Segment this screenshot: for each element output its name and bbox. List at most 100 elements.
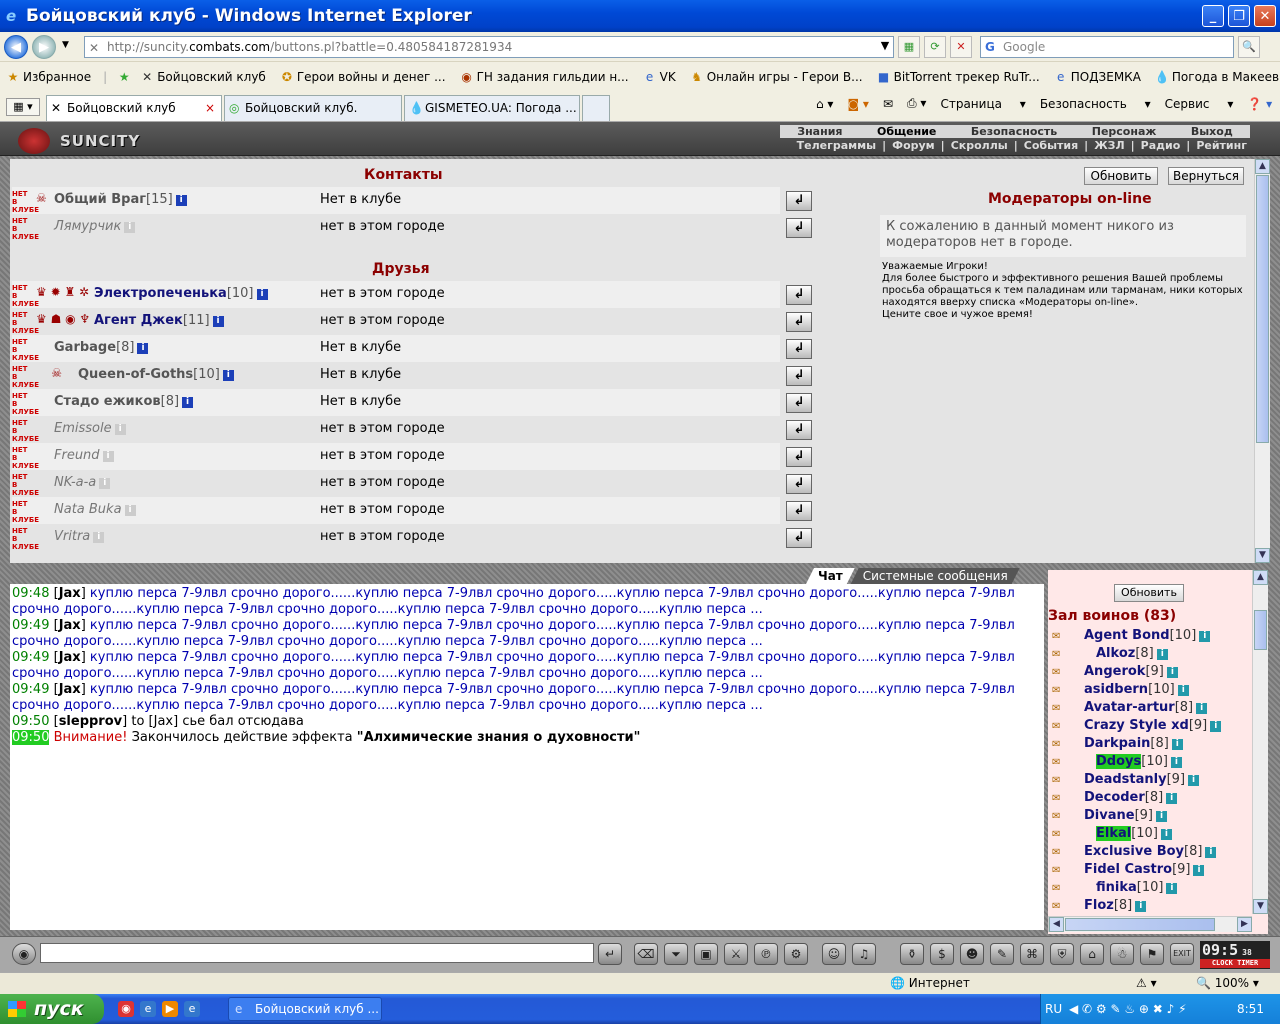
- bag-icon[interactable]: ⚱: [900, 943, 924, 965]
- room-user-name[interactable]: Elkal: [1096, 826, 1132, 841]
- info-icon[interactable]: i: [175, 195, 187, 206]
- room-hscrollbar[interactable]: ◀ ▶: [1048, 916, 1252, 932]
- chat-nick[interactable]: Jax: [59, 650, 81, 665]
- fav-link-4[interactable]: ♞ Онлайн игры - Герои В...: [684, 70, 862, 84]
- go-to-icon[interactable]: ↲: [786, 474, 812, 494]
- info-icon[interactable]: i: [1177, 685, 1189, 696]
- start-button[interactable]: пуск: [0, 994, 104, 1024]
- user-name[interactable]: Агент Джек[11] i: [94, 313, 224, 328]
- private-msg-icon[interactable]: ✉: [1052, 847, 1072, 858]
- private-msg-icon[interactable]: ✉: [1052, 793, 1072, 804]
- go-to-icon[interactable]: ↲: [786, 366, 812, 386]
- fav-link-0[interactable]: ★ ✕ Бойцовский клуб: [111, 70, 266, 84]
- map-icon[interactable]: ⌘: [1020, 943, 1044, 965]
- user-name[interactable]: Электропеченька[10] i: [94, 286, 268, 301]
- info-icon[interactable]: i: [124, 505, 136, 516]
- history-dropdown-icon[interactable]: ▼: [62, 40, 69, 50]
- tab-0[interactable]: ✕ Бойцовский клуб ×: [46, 95, 222, 121]
- mask-icon[interactable]: ☻: [960, 943, 984, 965]
- scroll-down-icon[interactable]: ▼: [1253, 899, 1268, 914]
- favorites-button[interactable]: ★ Избранное: [0, 70, 92, 84]
- shield-icon[interactable]: ⛨: [1050, 943, 1074, 965]
- chrome-icon[interactable]: ◉: [118, 1001, 134, 1017]
- user-name[interactable]: NK-a-a i: [54, 475, 111, 490]
- eraser-icon[interactable]: ⌫: [634, 943, 658, 965]
- tab-close-icon[interactable]: ×: [205, 96, 215, 120]
- go-to-icon[interactable]: ↲: [786, 191, 812, 211]
- info-icon[interactable]: i: [1170, 757, 1182, 768]
- info-icon[interactable]: i: [1160, 829, 1172, 840]
- scroll-thumb[interactable]: [1065, 918, 1215, 931]
- info-icon[interactable]: i: [93, 532, 105, 543]
- info-icon[interactable]: i: [1205, 847, 1217, 858]
- info-icon[interactable]: i: [1210, 721, 1222, 732]
- chat-input[interactable]: [40, 943, 594, 963]
- url-input[interactable]: ✕ http://suncity.combats.com/buttons.pl?b…: [84, 36, 894, 58]
- info-icon[interactable]: i: [1156, 649, 1168, 660]
- info-icon[interactable]: i: [1156, 811, 1167, 822]
- menu-communication[interactable]: Общение: [877, 125, 936, 138]
- scroll-up-icon[interactable]: ▲: [1255, 159, 1270, 174]
- private-msg-icon[interactable]: ✉: [1052, 739, 1072, 750]
- search-icon[interactable]: 🔍: [1238, 36, 1260, 58]
- private-msg-icon[interactable]: ✉: [1052, 829, 1072, 840]
- compat-view-icon[interactable]: ▦: [898, 36, 920, 58]
- private-msg-icon[interactable]: ✉: [1052, 865, 1072, 876]
- private-msg-icon[interactable]: ✉: [1052, 775, 1072, 786]
- friends-icon[interactable]: ☃: [1110, 943, 1134, 965]
- fav-link-5[interactable]: ■ BitTorrent трекер RuTr...: [871, 70, 1040, 84]
- fav-link-1[interactable]: ✪ Герои войны и денег ...: [274, 70, 446, 84]
- info-icon[interactable]: i: [1171, 739, 1183, 750]
- room-user-name[interactable]: Deadstanly: [1084, 772, 1167, 787]
- filter-icon[interactable]: ⏷: [664, 943, 688, 965]
- submenu-rating[interactable]: Рейтинг: [1193, 139, 1250, 152]
- tab-chat[interactable]: Чат: [806, 568, 855, 584]
- info-icon[interactable]: i: [1196, 703, 1208, 714]
- go-to-icon[interactable]: ↲: [786, 393, 812, 413]
- info-icon[interactable]: i: [1166, 793, 1178, 804]
- safety-menu[interactable]: Безопасность ▾: [1040, 97, 1151, 111]
- submenu-radio[interactable]: Радио: [1138, 139, 1184, 152]
- tray-icons[interactable]: ◀ ✆ ⚙ ✎ ♨ ⊕ ✖ ♪ ⚡: [1069, 994, 1187, 1024]
- money-icon[interactable]: $: [930, 943, 954, 965]
- go-to-icon[interactable]: ↲: [786, 218, 812, 238]
- refresh-button[interactable]: Обновить: [1084, 167, 1158, 185]
- chat-nick[interactable]: Jax: [59, 682, 81, 697]
- page-menu[interactable]: Страница ▾: [940, 97, 1025, 111]
- room-user-name[interactable]: finika: [1096, 880, 1137, 895]
- info-icon[interactable]: i: [137, 343, 149, 354]
- go-to-icon[interactable]: ↲: [786, 528, 812, 548]
- zoom-control[interactable]: 🔍 100% ▾: [1196, 976, 1259, 990]
- house-icon[interactable]: ⌂: [1080, 943, 1104, 965]
- print-icon[interactable]: ⎙ ▾: [907, 96, 926, 111]
- room-user-name[interactable]: Avatar-artur: [1084, 700, 1175, 715]
- mail-icon[interactable]: ✉: [883, 97, 893, 111]
- info-icon[interactable]: i: [182, 397, 194, 408]
- tab-system-messages[interactable]: Системные сообщения: [851, 568, 1020, 584]
- info-icon[interactable]: i: [102, 451, 114, 462]
- ie-icon[interactable]: e: [140, 1001, 156, 1017]
- go-to-icon[interactable]: ↲: [786, 447, 812, 467]
- minimize-button[interactable]: _: [1202, 5, 1224, 27]
- user-name[interactable]: Garbage[8] i: [54, 340, 149, 355]
- chat-nick[interactable]: Jax: [59, 618, 81, 633]
- private-msg-icon[interactable]: ✉: [1052, 631, 1072, 642]
- info-icon[interactable]: i: [222, 370, 234, 381]
- search-input[interactable]: G Google: [980, 36, 1234, 58]
- private-msg-icon[interactable]: ✉: [1052, 811, 1072, 822]
- info-icon[interactable]: i: [1193, 865, 1205, 876]
- submenu-forum[interactable]: Форум: [889, 139, 938, 152]
- room-user-name[interactable]: Divane: [1084, 808, 1135, 823]
- room-user-name[interactable]: Exclusive Boy: [1084, 844, 1184, 859]
- scroll-left-icon[interactable]: ◀: [1049, 917, 1064, 932]
- contacts-scrollbar[interactable]: ▲ ▼: [1254, 159, 1270, 563]
- private-msg-icon[interactable]: ✉: [1052, 685, 1072, 696]
- submenu-scrolls[interactable]: Скроллы: [948, 139, 1011, 152]
- chat-nick[interactable]: Jax: [59, 586, 81, 601]
- private-msg-icon[interactable]: ✉: [1052, 667, 1072, 678]
- menu-character[interactable]: Персонаж: [1092, 125, 1157, 138]
- ie-icon[interactable]: e: [184, 1001, 200, 1017]
- go-to-icon[interactable]: ↲: [786, 312, 812, 332]
- send-icon[interactable]: ↵: [598, 943, 622, 965]
- protected-mode-icon[interactable]: ⚠ ▾: [1136, 976, 1157, 990]
